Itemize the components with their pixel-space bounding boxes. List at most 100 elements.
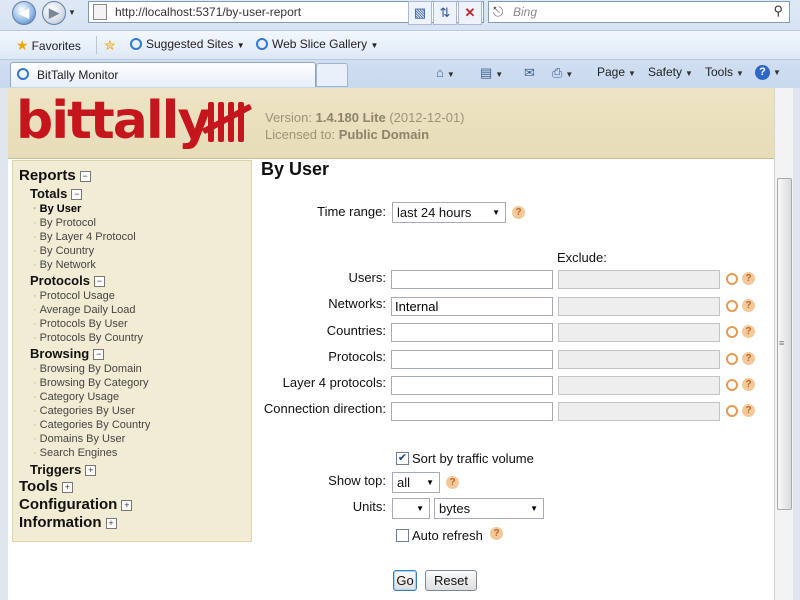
clear-icon[interactable] bbox=[726, 326, 738, 338]
print-button[interactable]: ⎙ ▼ bbox=[552, 65, 573, 81]
sidebar-group-triggers[interactable]: Triggers + bbox=[30, 462, 97, 477]
sidebar-group-browsing[interactable]: Browsing − bbox=[30, 346, 105, 361]
sidebar-item-protocols-by-country[interactable]: · Protocols By Country bbox=[33, 332, 143, 344]
sidebar-item-label: By Protocol bbox=[39, 217, 96, 229]
vertical-scrollbar[interactable]: ≡ bbox=[774, 88, 793, 600]
sidebar-item-average-daily-load[interactable]: · Average Daily Load bbox=[33, 304, 135, 316]
clear-icon[interactable] bbox=[726, 405, 738, 417]
favorites-button[interactable]: ★ Favorites bbox=[16, 37, 81, 54]
sidebar-item-category-usage[interactable]: · Category Usage bbox=[33, 391, 119, 403]
compatibility-view-icon[interactable]: ▧ bbox=[408, 1, 432, 25]
refresh-icon[interactable]: ⇅ bbox=[433, 1, 457, 25]
connection-direction-exclude-input[interactable] bbox=[558, 402, 720, 421]
help-icon[interactable]: ? bbox=[742, 352, 755, 365]
sidebar-section-reports[interactable]: Reports − bbox=[19, 167, 91, 184]
sidebar-item-categories-by-user[interactable]: · Categories By User bbox=[33, 405, 135, 417]
clear-icon[interactable] bbox=[726, 353, 738, 365]
chevron-down-icon: ▼ bbox=[492, 208, 500, 217]
search-placeholder[interactable]: Bing bbox=[513, 5, 537, 19]
help-icon[interactable]: ? bbox=[742, 325, 755, 338]
sidebar-item-by-protocol[interactable]: · By Protocol bbox=[33, 217, 96, 229]
sidebar-item-by-user[interactable]: · By User bbox=[33, 203, 81, 215]
help-icon[interactable]: ? bbox=[742, 272, 755, 285]
help-icon[interactable]: ? bbox=[742, 299, 755, 312]
forward-button[interactable]: ▶ bbox=[42, 1, 66, 25]
sidebar-item-search-engines[interactable]: · Search Engines bbox=[33, 447, 117, 459]
protocols-exclude-input[interactable] bbox=[558, 350, 720, 369]
show-top-select[interactable]: all ▼ bbox=[392, 472, 440, 493]
mail-button[interactable]: ✉ bbox=[524, 65, 535, 81]
expand-icon[interactable]: + bbox=[121, 500, 133, 511]
sidebar-item-browsing-by-domain[interactable]: · Browsing By Domain bbox=[33, 363, 142, 375]
go-button[interactable]: Go bbox=[393, 570, 417, 591]
reset-button[interactable]: Reset bbox=[425, 570, 477, 591]
auto-refresh-label: Auto refresh bbox=[412, 528, 483, 543]
tools-menu[interactable]: Tools ▼ bbox=[705, 65, 744, 79]
expand-icon[interactable]: + bbox=[61, 482, 73, 493]
safety-menu[interactable]: Safety ▼ bbox=[648, 65, 693, 79]
history-dropdown-icon[interactable]: ▼ bbox=[68, 8, 76, 17]
networks-exclude-input[interactable] bbox=[558, 297, 720, 316]
expand-icon[interactable]: + bbox=[85, 465, 97, 476]
units-prefix-select[interactable]: ▼ bbox=[392, 498, 430, 519]
time-range-select[interactable]: last 24 hours ▼ bbox=[392, 202, 506, 223]
countries-exclude-input[interactable] bbox=[558, 323, 720, 342]
layer4-protocols-exclude-input[interactable] bbox=[558, 376, 720, 395]
suggested-sites-link[interactable]: Suggested Sites ▼ bbox=[130, 37, 245, 51]
sidebar-item-protocol-usage[interactable]: · Protocol Usage bbox=[33, 290, 115, 302]
clear-icon[interactable] bbox=[726, 273, 738, 285]
search-box[interactable]: ⎋ Bing ⚲ bbox=[488, 1, 790, 23]
page-menu[interactable]: Page ▼ bbox=[597, 65, 636, 79]
help-menu[interactable]: ? ▼ bbox=[755, 64, 781, 80]
help-icon[interactable]: ? bbox=[490, 527, 503, 540]
collapse-icon[interactable]: − bbox=[93, 349, 105, 360]
back-button[interactable]: ◀ bbox=[12, 1, 36, 25]
address-url[interactable]: http://localhost:5371/by-user-report bbox=[115, 5, 301, 19]
sidebar-group-protocols[interactable]: Protocols − bbox=[30, 273, 105, 288]
help-icon[interactable]: ? bbox=[742, 404, 755, 417]
sidebar-section-tools[interactable]: Tools + bbox=[19, 478, 73, 495]
tab-bittally-monitor[interactable]: BitTally Monitor bbox=[10, 62, 316, 87]
help-icon[interactable]: ? bbox=[512, 206, 525, 219]
add-favorite-icon[interactable]: ✮ bbox=[104, 37, 119, 54]
sidebar-item-by-country[interactable]: · By Country bbox=[33, 245, 94, 257]
sidebar-item-domains-by-user[interactable]: · Domains By User bbox=[33, 433, 125, 445]
auto-refresh-checkbox[interactable] bbox=[396, 529, 409, 542]
help-icon[interactable]: ? bbox=[446, 476, 459, 489]
expand-icon[interactable]: + bbox=[105, 518, 117, 529]
star-icon: ★ bbox=[16, 37, 29, 53]
home-button[interactable]: ⌂ ▼ bbox=[436, 65, 455, 80]
bittally-logo[interactable]: bittally bbox=[16, 92, 211, 150]
sidebar-item-categories-by-country[interactable]: · Categories By Country bbox=[33, 419, 150, 431]
sort-by-traffic-checkbox[interactable]: ✔ bbox=[396, 452, 409, 465]
sidebar-item-by-layer4-protocol[interactable]: · By Layer 4 Protocol bbox=[33, 231, 136, 243]
networks-input[interactable] bbox=[391, 297, 553, 316]
users-exclude-input[interactable] bbox=[558, 270, 720, 289]
web-slice-gallery-link[interactable]: Web Slice Gallery ▼ bbox=[256, 37, 378, 51]
search-icon[interactable]: ⚲ bbox=[773, 3, 783, 19]
units-select[interactable]: bytes ▼ bbox=[434, 498, 544, 519]
sidebar-item-browsing-by-category[interactable]: · Browsing By Category bbox=[33, 377, 149, 389]
sidebar-item-by-network[interactable]: · By Network bbox=[33, 259, 96, 271]
collapse-icon[interactable]: − bbox=[93, 276, 105, 287]
collapse-icon[interactable]: − bbox=[71, 189, 83, 200]
connection-direction-input[interactable] bbox=[391, 402, 553, 421]
protocols-input[interactable] bbox=[391, 350, 553, 369]
help-icon[interactable]: ? bbox=[742, 378, 755, 391]
countries-input[interactable] bbox=[391, 323, 553, 342]
stop-icon[interactable]: ✕ bbox=[458, 1, 482, 25]
collapse-icon[interactable]: − bbox=[79, 171, 91, 182]
sidebar-item-protocols-by-user[interactable]: · Protocols By User bbox=[33, 318, 128, 330]
sidebar-section-information[interactable]: Information + bbox=[19, 514, 117, 531]
new-tab-button[interactable] bbox=[316, 63, 348, 87]
layer4-protocols-input[interactable] bbox=[391, 376, 553, 395]
clear-icon[interactable] bbox=[726, 379, 738, 391]
sidebar-tools-label: Tools bbox=[19, 478, 58, 495]
clear-icon[interactable] bbox=[726, 300, 738, 312]
sidebar-section-configuration[interactable]: Configuration + bbox=[19, 496, 133, 513]
sidebar-configuration-label: Configuration bbox=[19, 496, 118, 513]
feeds-button[interactable]: ▤ ▼ bbox=[480, 65, 503, 81]
users-input[interactable] bbox=[391, 270, 553, 289]
sidebar-group-totals[interactable]: Totals − bbox=[30, 186, 83, 201]
sidebar-item-label: Categories By User bbox=[39, 405, 136, 417]
